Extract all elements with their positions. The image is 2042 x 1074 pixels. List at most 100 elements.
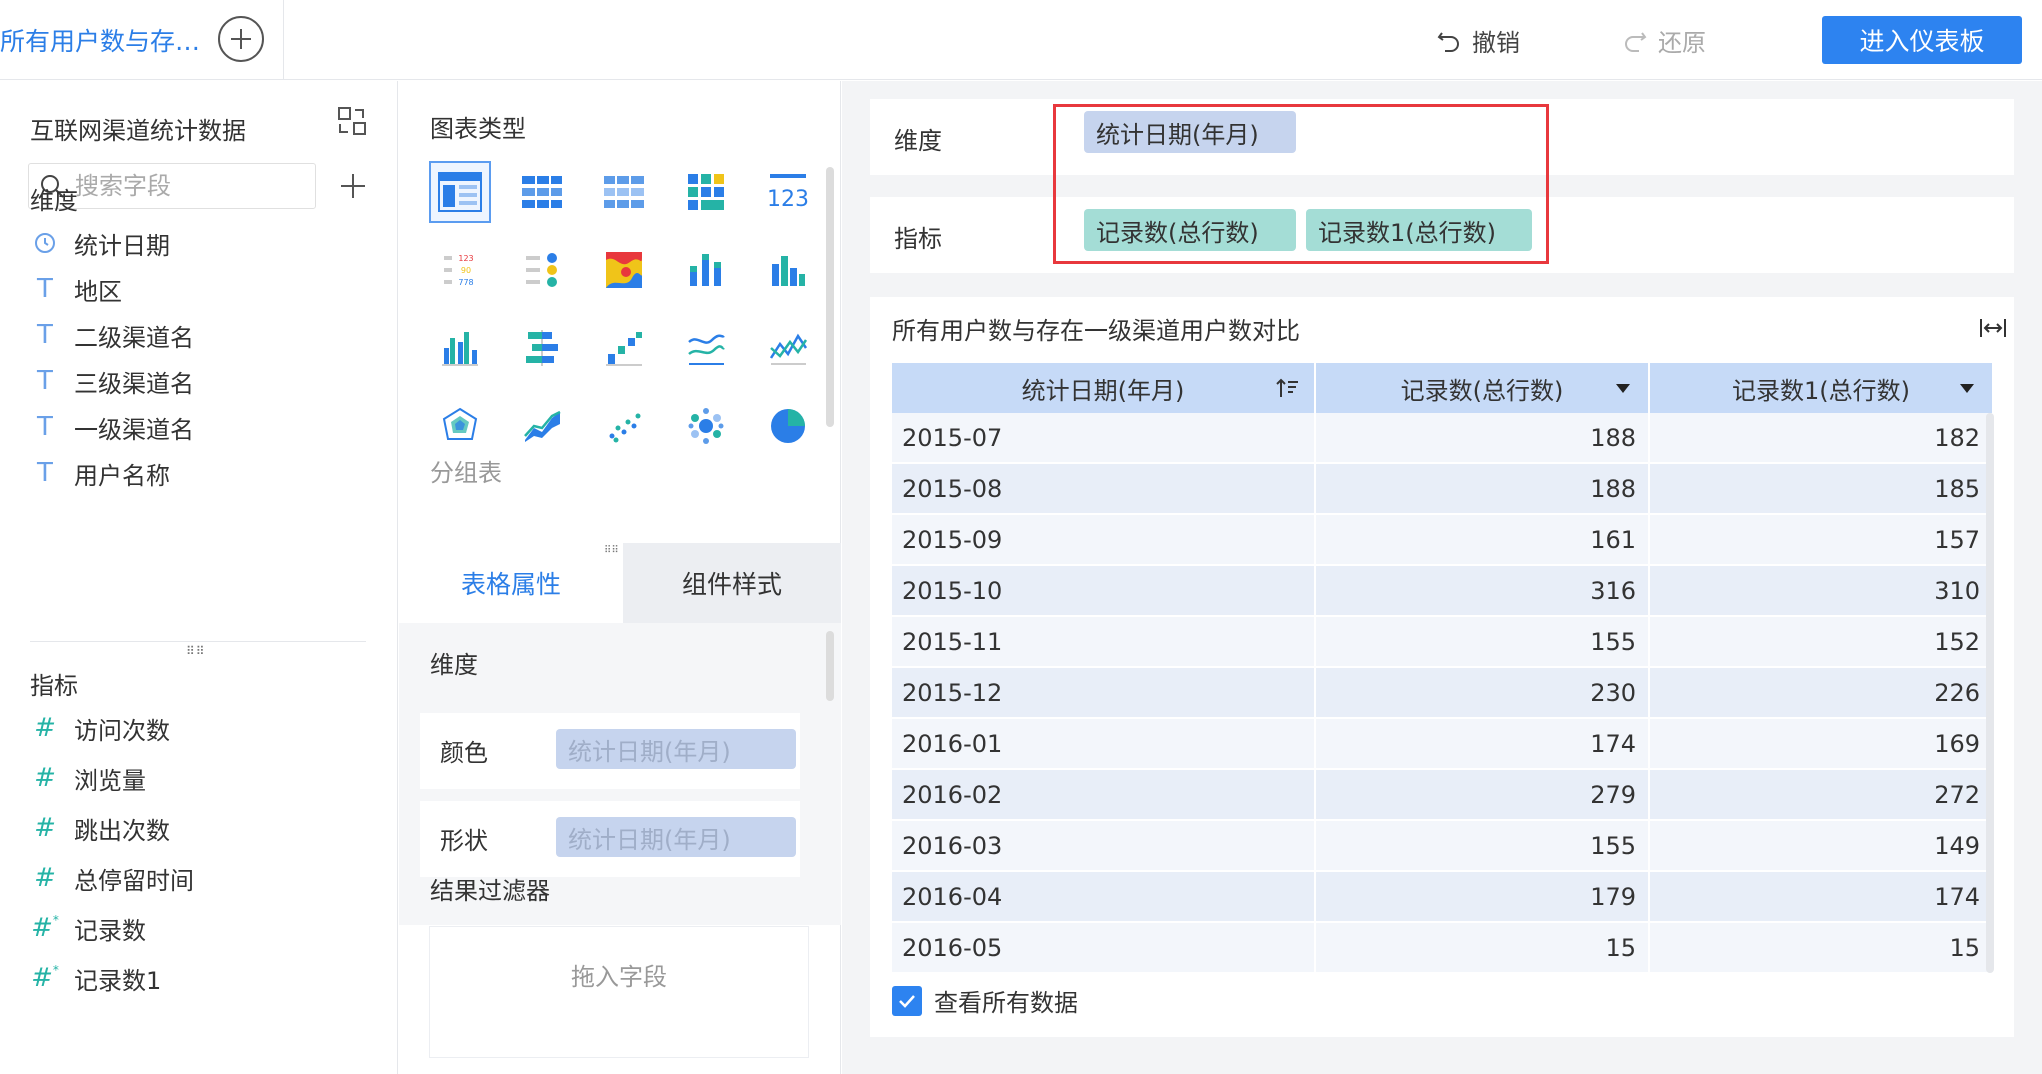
fit-width-icon[interactable] (1978, 313, 2008, 343)
add-component-button[interactable] (218, 16, 264, 62)
chart-type-column[interactable] (757, 239, 819, 301)
enter-dashboard-button[interactable]: 进入仪表板 (1822, 16, 2022, 64)
tab-current-component[interactable]: 所有用户数与存… (0, 0, 200, 80)
measure-field[interactable]: # * 记录数1 (30, 958, 161, 998)
add-field-button[interactable] (338, 171, 368, 201)
chart-type-area[interactable] (511, 395, 573, 457)
dimension-field[interactable]: T 地区 (30, 269, 122, 309)
dropdown-triangle-icon[interactable] (1612, 377, 1634, 399)
chart-type-cross-table[interactable] (593, 161, 655, 223)
value-cell: 179 (1316, 872, 1650, 922)
measure-field[interactable]: # 总停留时间 (30, 858, 194, 898)
color-field-chip[interactable]: 统计日期(年月) (556, 729, 796, 769)
table-row[interactable]: 2015-10 316 310 (892, 566, 1992, 616)
measure-field-label: 记录数 (74, 916, 146, 945)
property-scrollbar[interactable] (826, 631, 834, 701)
scatter-chart-icon (609, 413, 641, 443)
chart-type-heatmap[interactable] (593, 239, 655, 301)
property-dimension-title: 维度 (430, 651, 478, 679)
chart-type-waterfall[interactable] (593, 317, 655, 379)
dimension-field-label: 二级渠道名 (74, 323, 194, 352)
hash-calc-icon: # * (31, 963, 59, 993)
dimension-field[interactable]: 统计日期 (30, 223, 170, 263)
column-header[interactable]: 记录数1(总行数) (1650, 363, 1992, 413)
kpi-card-icon: 123 90 778 (444, 254, 474, 287)
chart-type-line[interactable] (675, 317, 737, 379)
undo-button[interactable]: 撤销 (1436, 22, 1520, 58)
date-cell: 2016-01 (892, 719, 1316, 769)
pie-chart-icon (771, 409, 805, 443)
chart-type-color-table[interactable] (675, 161, 737, 223)
dimension-field[interactable]: T 用户名称 (30, 453, 170, 493)
svg-text:123: 123 (458, 254, 473, 263)
top-bar: 所有用户数与存… 撤销 还原 进入仪表板 (0, 0, 2042, 80)
chart-type-indicator-card[interactable] (511, 239, 573, 301)
tab-table-properties[interactable]: 表格属性 (399, 543, 623, 623)
dimension-field-label: 用户名称 (74, 461, 170, 490)
table-row[interactable]: 2016-01 174 169 (892, 719, 1992, 769)
switch-dataset-icon[interactable] (336, 105, 368, 137)
color-property-row: 颜色 统计日期(年月) (420, 713, 800, 789)
chart-type-radar[interactable] (429, 395, 491, 457)
value-cell: 155 (1316, 821, 1650, 871)
table-row[interactable]: 2015-12 230 226 (892, 668, 1992, 718)
undo-label: 撤销 (1472, 28, 1520, 57)
column-header-label: 记录数1(总行数) (1732, 376, 1910, 405)
measure-field[interactable]: # 浏览量 (30, 758, 146, 798)
chart-type-scrollbar[interactable] (826, 167, 834, 427)
measure-field[interactable]: # 访问次数 (30, 708, 170, 748)
table-row[interactable]: 2016-04 179 174 (892, 872, 1992, 922)
chart-type-kpi-card[interactable]: 123 90 778 (429, 239, 491, 301)
dimension-field[interactable]: T 二级渠道名 (30, 315, 194, 355)
chart-type-kpi-number[interactable]: 123 (757, 161, 819, 223)
chart-type-comparison-bar[interactable] (511, 317, 573, 379)
chart-type-scatter[interactable] (593, 395, 655, 457)
measure-field[interactable]: # 跳出次数 (30, 808, 170, 848)
drag-handle-icon[interactable]: ⠿⠿ (186, 644, 206, 658)
waterfall-icon (606, 332, 642, 366)
sort-ascending-icon[interactable] (1276, 377, 1300, 399)
table-scrollbar[interactable] (1986, 413, 1994, 973)
chart-type-bubble[interactable] (675, 395, 737, 457)
table-row[interactable]: 2015-08 188 185 (892, 464, 1992, 514)
table-row[interactable]: 2016-05 15 15 (892, 923, 1992, 973)
value-cell: 188 (1316, 464, 1650, 514)
combo-chart-icon (769, 333, 808, 365)
table-row[interactable]: 2016-02 279 272 (892, 770, 1992, 820)
measure-field-label: 跳出次数 (74, 816, 170, 845)
radar-chart-icon (442, 407, 478, 440)
dropdown-triangle-icon[interactable] (1956, 377, 1978, 399)
dimension-field[interactable]: T 三级渠道名 (30, 361, 194, 401)
date-cell: 2016-02 (892, 770, 1316, 820)
view-all-checkbox[interactable] (892, 985, 922, 1016)
table-row[interactable]: 2015-09 161 157 (892, 515, 1992, 565)
svg-text:123: 123 (768, 187, 808, 212)
panel-splitter[interactable] (30, 641, 366, 642)
table-row[interactable]: 2016-03 155 149 (892, 821, 1992, 871)
chart-type-grouped-column[interactable] (429, 317, 491, 379)
column-header[interactable]: 记录数(总行数) (1316, 363, 1650, 413)
field-panel: 互联网渠道统计数据 维度 统计日期 T 地区 T 二级渠道名 T 三级渠道名 T… (0, 81, 398, 1074)
chart-type-pie[interactable] (757, 395, 819, 457)
line-chart-icon (688, 334, 725, 365)
shape-property-label: 形状 (440, 827, 488, 855)
chart-type-detail-table[interactable] (511, 161, 573, 223)
table-row[interactable]: 2015-07 188 182 (892, 413, 1992, 463)
text-type-icon: T (37, 366, 53, 396)
shape-field-chip[interactable]: 统计日期(年月) (556, 817, 796, 857)
view-all-data-option[interactable]: 查看所有数据 (892, 983, 1078, 1018)
table-row[interactable]: 2015-11 155 152 (892, 617, 1992, 667)
tab-component-style[interactable]: 组件样式 (623, 543, 841, 623)
dimension-section-title: 维度 (30, 187, 78, 215)
hash-icon: # (34, 763, 56, 793)
measure-field[interactable]: # * 记录数 (30, 908, 146, 948)
field-search-input[interactable] (75, 172, 295, 200)
redo-button[interactable]: 还原 (1622, 22, 1706, 58)
drag-handle-icon[interactable]: ⠿⠿ (604, 545, 619, 556)
result-filter-dropzone[interactable]: 拖入字段 (429, 926, 809, 1058)
chart-type-stacked-bar[interactable] (675, 239, 737, 301)
chart-type-combo[interactable] (757, 317, 819, 379)
chart-type-grouped-table[interactable] (429, 161, 491, 223)
column-header[interactable]: 统计日期(年月) (892, 363, 1316, 413)
dimension-field[interactable]: T 一级渠道名 (30, 407, 194, 447)
